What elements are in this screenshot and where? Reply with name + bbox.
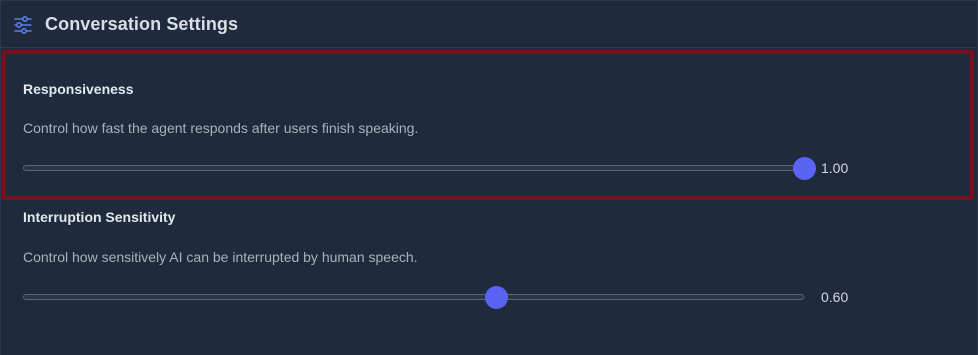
responsiveness-value: 1.00 (821, 160, 849, 176)
responsiveness-title: Responsiveness (23, 81, 134, 97)
interruption-sensitivity-title: Interruption Sensitivity (23, 209, 176, 225)
responsiveness-slider[interactable] (23, 157, 816, 180)
interruption-sensitivity-description: Control how sensitively AI can be interr… (23, 249, 418, 265)
responsiveness-description: Control how fast the agent responds afte… (23, 120, 419, 136)
interruption-sensitivity-value: 0.60 (821, 289, 849, 305)
panel-header: Conversation Settings (1, 1, 977, 48)
slider-thumb[interactable] (485, 286, 508, 309)
page-title: Conversation Settings (45, 14, 239, 34)
slider-track[interactable] (23, 165, 804, 171)
slider-track[interactable] (23, 294, 804, 300)
slider-thumb[interactable] (793, 157, 816, 180)
conversation-settings-panel: Conversation Settings Responsiveness Con… (0, 0, 978, 355)
sliders-icon (13, 15, 33, 35)
interruption-sensitivity-slider[interactable] (23, 286, 804, 309)
